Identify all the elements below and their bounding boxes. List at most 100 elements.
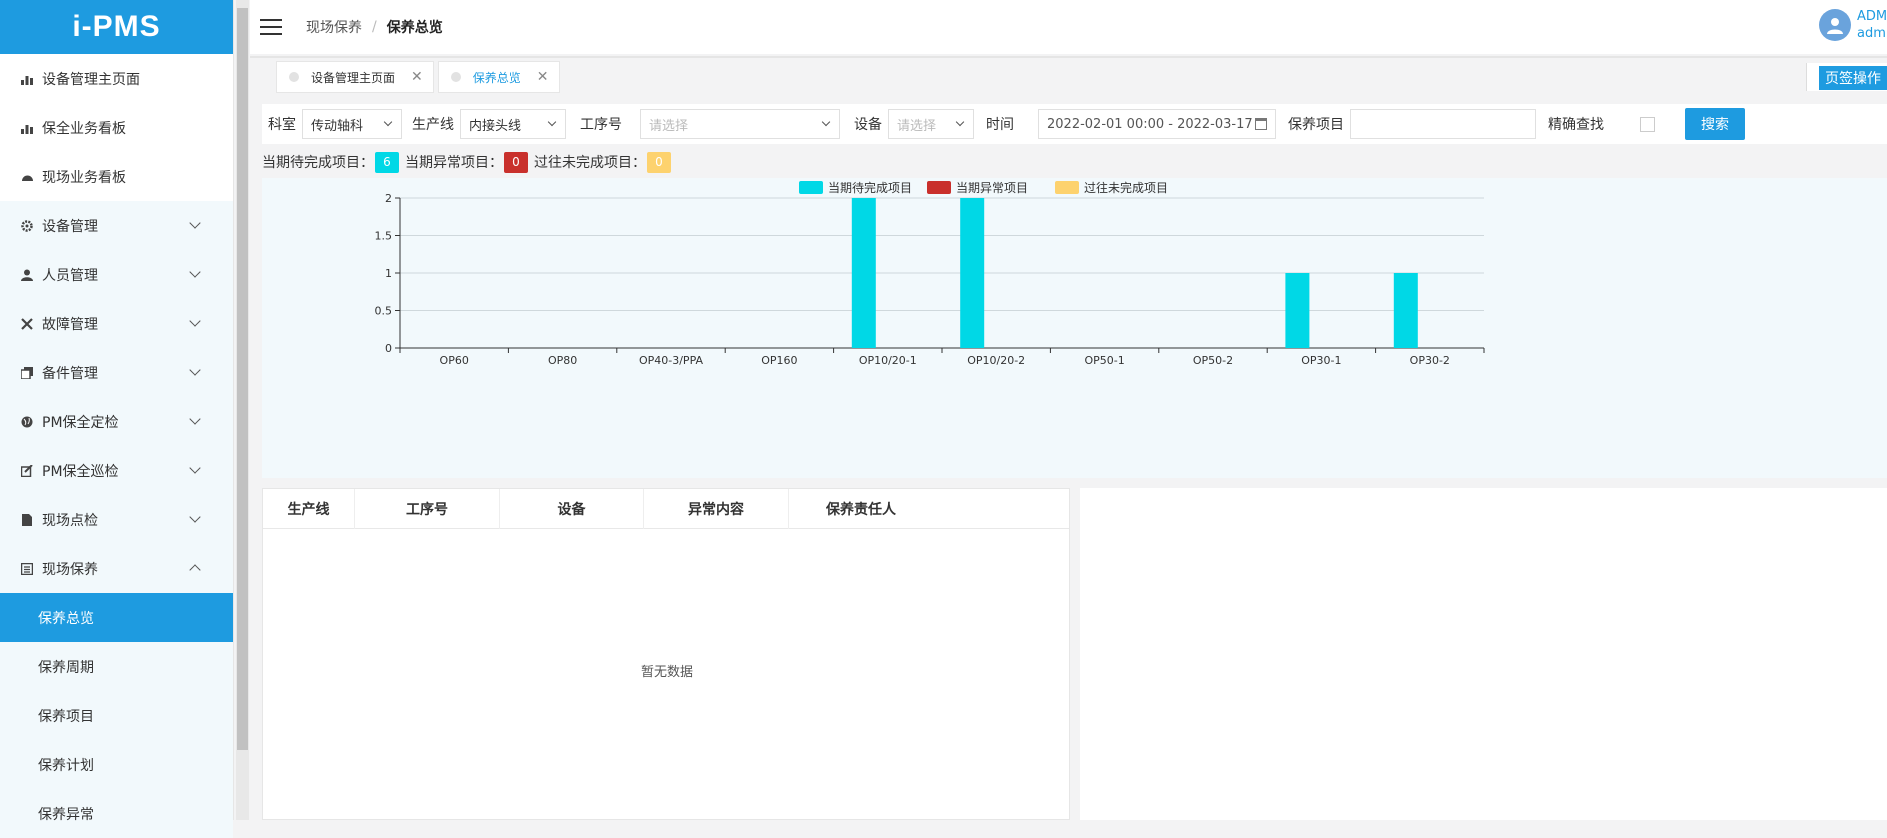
bar-chart-icon <box>20 72 34 86</box>
abnormal-badge: 0 <box>504 151 528 173</box>
page-op-button[interactable]: 页签操作 <box>1819 66 1887 90</box>
y-tick-label: 0 <box>385 342 392 355</box>
sidebar-item-label: PM保全定检 <box>42 414 119 431</box>
filter-bar: 科室 传动轴科 生产线 内接头线 工序号 请选择 设备 请选择 时间 2022-… <box>262 104 1887 144</box>
empty-state: 暂无数据 <box>640 665 693 680</box>
abnormal-table: 生产线 工序号 设备 异常内容 保养责任人 暂无数据 <box>262 488 1070 820</box>
breadcrumb-current: 保养总览 <box>386 20 443 36</box>
right-panel <box>1080 488 1887 820</box>
line-select[interactable]: 内接头线 <box>460 109 566 139</box>
globe-icon <box>20 415 34 429</box>
bar-chart-icon <box>20 121 34 135</box>
user-icon <box>20 268 34 282</box>
equip-label: 设备 <box>854 117 882 133</box>
sidebar-item-3[interactable]: 设备管理 <box>0 201 233 250</box>
time-range-value: 2022-02-01 00:00 - 2022-03-17 <box>1047 116 1253 132</box>
exact-checkbox[interactable] <box>1640 116 1655 132</box>
user-avatar-icon[interactable] <box>1819 9 1851 41</box>
sidebar-item-label: 现场点检 <box>42 512 98 529</box>
sidebar-item-label: 现场保养 <box>42 561 98 578</box>
exact-label: 精确查找 <box>1548 117 1604 133</box>
sidebar-subitem-label: 保养项目 <box>38 708 94 725</box>
sidebar-subitem-label: 保养总览 <box>38 610 94 627</box>
table-column-header: 保养责任人 <box>826 502 896 518</box>
copy-icon <box>20 366 34 380</box>
sidebar-item-10[interactable]: 现场保养 <box>0 544 233 593</box>
bar <box>960 198 985 348</box>
chevron-down-icon <box>547 117 557 127</box>
sidebar-subitem-4[interactable]: 保养异常 <box>0 789 233 838</box>
sidebar-scrollbar[interactable] <box>236 0 249 820</box>
sidebar-item-4[interactable]: 人员管理 <box>0 250 233 299</box>
sidebar-item-0[interactable]: 设备管理主页面 <box>0 54 233 103</box>
sidebar-subitem-0[interactable]: 保养总览 <box>0 593 233 642</box>
chevron-down-icon <box>189 315 201 327</box>
legend-label: 当期异常项目 <box>956 181 1028 195</box>
time-range-input[interactable]: 2022-02-01 00:00 - 2022-03-17 <box>1038 109 1276 139</box>
equip-placeholder: 请选择 <box>897 118 937 134</box>
table-column-header: 异常内容 <box>644 489 789 529</box>
bar-chart: 当期待完成项目 当期异常项目 过往未完成项目 0 0.5 1 1.5 2 OP60 OP80 OP4… <box>375 180 1485 367</box>
chevron-down-icon <box>189 217 201 229</box>
abnormal-label: 当期异常项目： <box>405 155 503 171</box>
chevron-down-icon <box>189 462 201 474</box>
bar <box>1285 273 1310 348</box>
sidebar-item-label: 保全业务看板 <box>42 120 126 137</box>
dept-select-value: 传动轴科 <box>311 118 364 134</box>
chevron-down-icon <box>955 117 965 127</box>
sidebar-item-9[interactable]: 现场点检 <box>0 495 233 544</box>
menu-toggle-icon[interactable] <box>260 14 282 40</box>
dept-label: 科室 <box>268 117 296 133</box>
sidebar-item-8[interactable]: PM保全巡检 <box>0 446 233 495</box>
tab-maintenance-overview[interactable]: 保养总览 ✕ <box>437 61 560 93</box>
sidebar-item-7[interactable]: PM保全定检 <box>0 397 233 446</box>
sidebar-menu: 设备管理主页面保全业务看板现场业务看板设备管理人员管理故障管理备件管理 PM保全定… <box>0 54 233 838</box>
user-info[interactable]: ADMIN admin <box>1857 8 1887 42</box>
table-column-header: 生产线 <box>263 489 355 529</box>
bar <box>851 198 876 348</box>
sidebar-item-5[interactable]: 故障管理 <box>0 299 233 348</box>
chevron-down-icon <box>189 364 201 376</box>
legend-swatch <box>799 181 823 194</box>
item-input[interactable] <box>1350 109 1536 139</box>
x-tick-label: OP50-1 <box>1084 354 1124 367</box>
equip-select[interactable]: 请选择 <box>888 109 974 139</box>
user-name: ADMIN <box>1857 9 1887 24</box>
calendar-icon <box>1255 118 1267 130</box>
sidebar-item-label: 故障管理 <box>42 316 98 333</box>
chevron-down-icon <box>189 266 201 278</box>
breadcrumb-parent[interactable]: 现场保养 <box>306 17 362 37</box>
user-account: admin <box>1857 26 1887 41</box>
search-button[interactable]: 搜索 <box>1685 108 1745 140</box>
y-tick-label: 0.5 <box>375 305 393 318</box>
sidebar-item-label: 设备管理 <box>42 218 98 235</box>
legend-swatch <box>927 181 951 194</box>
tab-device-home[interactable]: 设备管理主页面 ✕ <box>276 61 434 93</box>
sidebar-subitem-label: 保养周期 <box>38 659 94 676</box>
close-icon[interactable]: ✕ <box>411 69 423 85</box>
sidebar-subitem-label: 保养异常 <box>38 806 94 823</box>
sidebar-item-2[interactable]: 现场业务看板 <box>0 152 233 201</box>
sidebar-subitem-1[interactable]: 保养周期 <box>0 642 233 691</box>
x-tick-label: OP40-3/PPA <box>639 354 704 367</box>
tools-icon <box>20 317 34 331</box>
x-tick-label: OP30-2 <box>1410 354 1450 367</box>
sidebar-item-6[interactable]: 备件管理 <box>0 348 233 397</box>
breadcrumb-separator: / <box>372 19 377 35</box>
legend-label: 当期待完成项目 <box>828 180 912 195</box>
sidebar-subitem-label: 保养计划 <box>38 757 94 774</box>
y-tick-label: 1 <box>385 267 392 280</box>
legend-label: 过往未完成项目 <box>1084 180 1168 195</box>
time-label: 时间 <box>986 117 1014 133</box>
user-menu[interactable]: ADMIN admin <box>1819 8 1887 42</box>
process-select[interactable]: 请选择 <box>640 109 840 139</box>
app-logo: i-PMS <box>0 0 233 54</box>
table-column-header: 设备 <box>500 489 644 529</box>
sidebar-subitem-2[interactable]: 保养项目 <box>0 691 233 740</box>
dept-select[interactable]: 传动轴科 <box>302 109 402 139</box>
scrollbar-thumb[interactable] <box>237 8 248 750</box>
sidebar-subitem-3[interactable]: 保养计划 <box>0 740 233 789</box>
chevron-down-icon <box>383 117 393 127</box>
close-icon[interactable]: ✕ <box>537 69 549 85</box>
sidebar-item-1[interactable]: 保全业务看板 <box>0 103 233 152</box>
